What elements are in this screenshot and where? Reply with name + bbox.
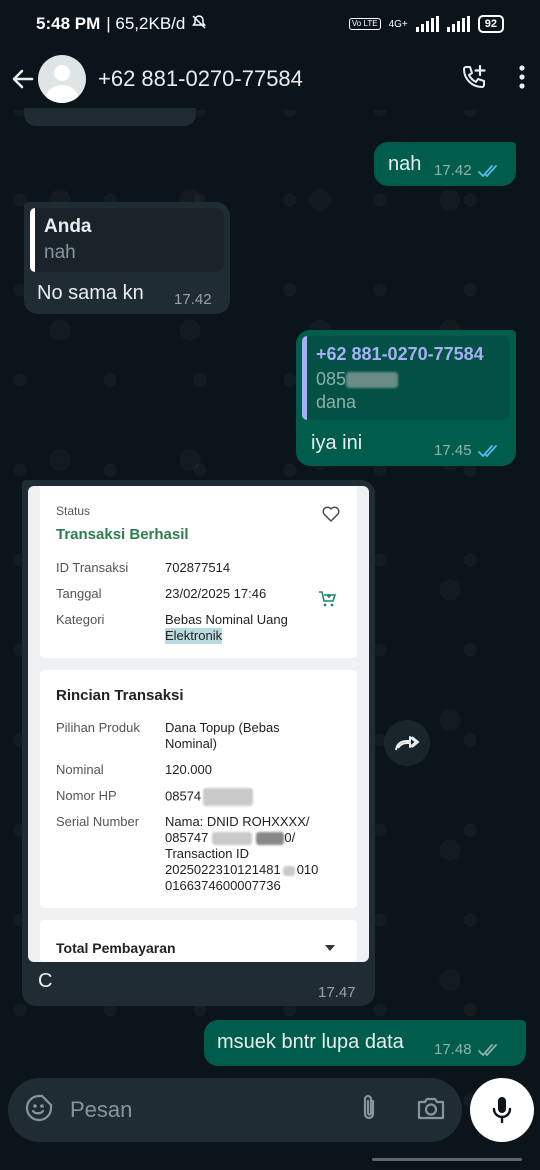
message-text: msuek bntr lupa data <box>217 1031 404 1053</box>
read-ticks-icon <box>477 444 497 457</box>
status-bar: 5:48 PM | 65,2KB/d Vo LTE 4G+ 92 <box>0 0 540 48</box>
contact-name[interactable]: +62 881-0270-77584 <box>98 66 303 92</box>
bell-muted-icon <box>191 14 207 34</box>
message-outgoing[interactable]: +62 881-0270-77584 085 dana iya ini 17.4… <box>296 330 516 466</box>
image-caption: C <box>38 970 53 992</box>
gesture-bar <box>372 1158 522 1161</box>
message-time: 17.47 <box>318 984 356 1001</box>
forward-button[interactable] <box>384 720 430 766</box>
message-meta: 17.45 <box>434 442 500 459</box>
row-value-line: Transaction ID <box>165 846 250 861</box>
heart-icon <box>322 506 340 522</box>
signal-icon <box>415 16 439 32</box>
network-type: 4G+ <box>388 18 408 30</box>
row-label: Nominal <box>56 762 104 777</box>
signal-2-icon <box>446 16 470 32</box>
redacted-blur <box>203 788 254 806</box>
message-text: No sama kn <box>37 282 144 304</box>
partial-message <box>24 108 196 126</box>
microphone-icon <box>492 1097 512 1124</box>
row-label: Kategori <box>56 612 105 627</box>
chevron-down-icon <box>325 945 335 951</box>
row-value-line: 010 <box>296 862 319 877</box>
delivered-ticks-icon <box>477 1043 497 1056</box>
cart-icon <box>319 591 336 607</box>
row-label: Tanggal <box>56 586 102 601</box>
message-outgoing[interactable]: nah 17.42 <box>374 142 516 186</box>
redacted-blur <box>346 372 399 389</box>
row-value: Dana Topup (Bebas Nominal) <box>165 720 345 752</box>
message-time: 17.42 <box>434 162 472 179</box>
avatar[interactable] <box>38 55 86 103</box>
row-value-line: 085747 <box>165 830 209 845</box>
network-speed: | 65,2KB/d <box>106 14 186 33</box>
redacted-blur <box>256 832 285 846</box>
battery-icon: 92 <box>477 15 504 33</box>
quote-author: +62 881-0270-77584 <box>316 344 484 364</box>
attach-icon[interactable] <box>358 1093 380 1128</box>
total-label: Total Pembayaran <box>56 940 176 956</box>
row-value-line: Nama: DNID ROHXXXX/ <box>165 814 310 829</box>
quote-text: nah <box>44 242 76 263</box>
status-card: Status Transaksi Berhasil ID Transaksi 7… <box>40 486 357 658</box>
quote-author: Anda <box>44 216 92 237</box>
message-outgoing[interactable]: msuek bntr lupa data 17.48 <box>204 1020 526 1066</box>
row-label: Nomor HP <box>56 788 117 803</box>
quote-line: dana <box>316 392 357 412</box>
row-value-line: 0166374600007736 <box>165 878 281 893</box>
message-time: 17.45 <box>434 442 472 459</box>
row-label: Pilihan Produk <box>56 720 140 735</box>
row-value-line: 0/ <box>284 830 296 845</box>
message-meta: 17.48 <box>434 1041 500 1058</box>
message-input[interactable]: Pesan <box>70 1097 132 1123</box>
more-options-icon[interactable] <box>518 64 526 95</box>
receipt-image[interactable]: Status Transaksi Berhasil ID Transaksi 7… <box>28 486 369 962</box>
row-value-line: Dana Topup (Bebas <box>165 720 280 735</box>
camera-icon[interactable] <box>416 1095 446 1126</box>
row-value-text: 08574 <box>165 788 202 804</box>
redacted-blur <box>212 832 253 846</box>
read-ticks-icon <box>477 164 497 177</box>
quote-line: 085 <box>316 369 347 389</box>
row-value-line: 2025022310121481 <box>165 862 281 877</box>
row-label: Serial Number <box>56 814 140 829</box>
quoted-message[interactable]: +62 881-0270-77584 085 dana <box>302 336 510 420</box>
chat-header: +62 881-0270-77584 <box>0 48 540 110</box>
row-value-line: Bebas Nominal Uang <box>165 612 288 627</box>
row-value-line: Elektronik <box>165 628 223 644</box>
row-value: 08574 <box>165 788 345 806</box>
status-value: Transaksi Berhasil <box>56 526 189 543</box>
redacted-blur <box>282 865 295 876</box>
forward-icon <box>395 736 420 751</box>
row-value-line: Nominal) <box>165 736 218 751</box>
row-value: Nama: DNID ROHXXXX/ 085747 0/ Transaction… <box>165 814 345 894</box>
message-text: nah <box>388 153 422 175</box>
status-time: 5:48 PM <box>36 14 101 33</box>
row-value: 702877514 <box>165 560 231 575</box>
message-text: iya ini <box>311 432 363 454</box>
message-input-bar: Pesan <box>8 1078 462 1142</box>
battery-level: 92 <box>484 18 497 30</box>
total-card: Total Pembayaran <box>40 920 357 962</box>
status-label: Status <box>56 504 91 518</box>
emoji-sticker-icon[interactable] <box>24 1093 54 1128</box>
volte-icon: Vo LTE <box>348 18 381 30</box>
back-arrow-icon[interactable] <box>10 66 36 92</box>
message-incoming[interactable]: Anda nah No sama kn 17.42 <box>24 202 230 314</box>
quoted-message[interactable]: Anda nah <box>30 208 224 272</box>
row-value: 120.000 <box>165 762 212 777</box>
detail-title: Rincian Transaksi <box>56 687 184 704</box>
message-meta: 17.42 <box>434 162 500 179</box>
detail-card: Rincian Transaksi Pilihan Produk Dana To… <box>40 670 357 908</box>
add-call-icon[interactable] <box>460 63 488 96</box>
status-icons: Vo LTE 4G+ 92 <box>348 15 504 33</box>
message-time: 17.42 <box>174 291 212 308</box>
row-value: Bebas Nominal Uang Elektronik <box>165 612 345 644</box>
voice-message-button[interactable] <box>470 1078 534 1142</box>
row-label: ID Transaksi <box>56 560 129 575</box>
message-time: 17.48 <box>434 1041 472 1058</box>
